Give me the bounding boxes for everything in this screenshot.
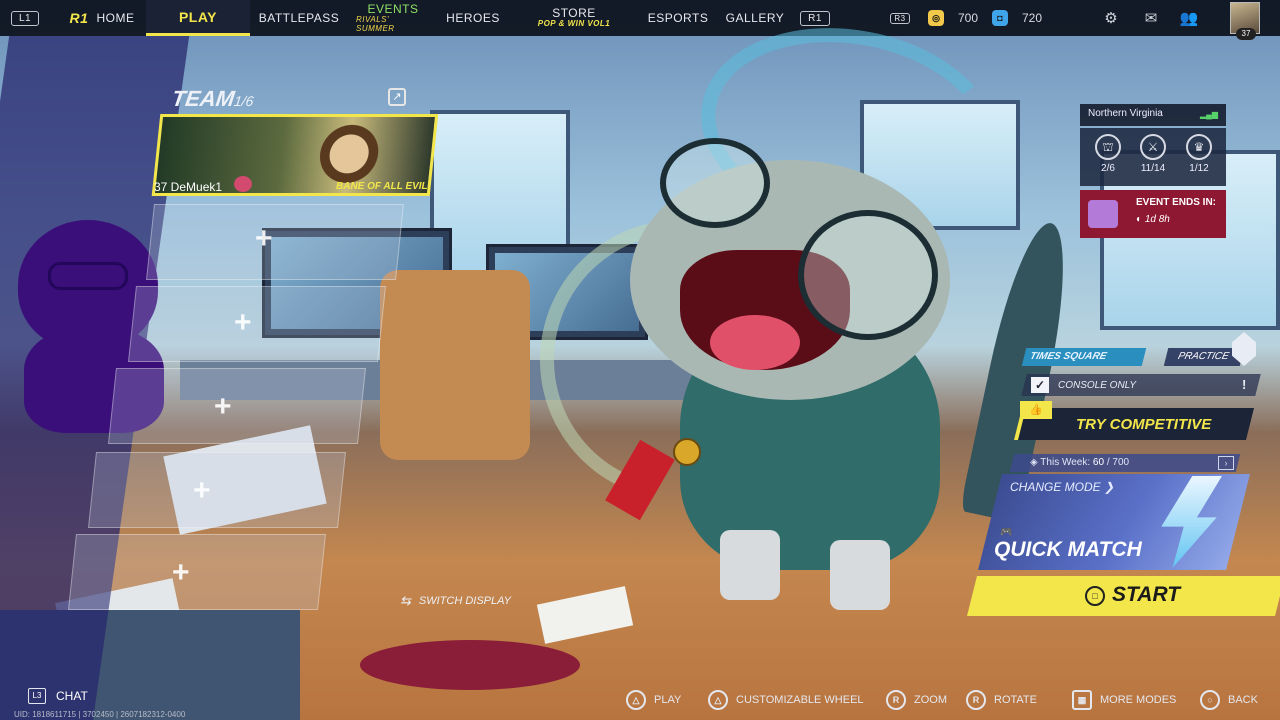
tower-icon: ⛫ <box>1095 134 1121 160</box>
nav-play[interactable]: PLAY <box>146 0 250 36</box>
player-avatar-mini <box>234 176 252 192</box>
controller-icon: 🎮 <box>1000 527 1013 538</box>
r-stick-icon: R <box>886 690 906 710</box>
thumbs-up-icon: 👍 <box>1020 401 1052 419</box>
crossed-swords-icon: ⚔ <box>1140 134 1166 160</box>
nav-battlepass[interactable]: BATTLEPASS <box>259 0 339 36</box>
triangle-button-icon: △ <box>708 690 728 710</box>
top-navigation: L1 R1 HOME PLAY BATTLEPASS EVENTS RIVALS… <box>0 0 1280 40</box>
circle-button-icon: ○ <box>1200 690 1220 710</box>
stat-trophy[interactable]: ♛ 1/12 <box>1179 134 1219 174</box>
hint-customizable-wheel[interactable]: △ CUSTOMIZABLE WHEEL <box>708 690 864 710</box>
settings-gear-icon[interactable]: ⚙ <box>1102 9 1120 27</box>
info-icon[interactable]: ! <box>1242 377 1246 392</box>
units-coin-icon: ◘ <box>992 10 1008 26</box>
mission-stats: ⛫ 2/6 ⚔ 11/14 ♛ 1/12 <box>1080 128 1226 186</box>
r3-hint: R3 <box>888 0 912 36</box>
add-teammate-icon[interactable]: + <box>255 222 273 256</box>
add-teammate-icon[interactable]: + <box>214 390 232 424</box>
stat-battles[interactable]: ⚔ 11/14 <box>1133 134 1173 174</box>
nav-events[interactable]: EVENTS RIVALS' SUMMER <box>356 0 430 36</box>
stat-tower[interactable]: ⛫ 2/6 <box>1088 134 1128 174</box>
event-ticket-icon <box>1088 200 1118 228</box>
change-mode-button[interactable]: CHANGE MODE ❯ <box>1010 480 1114 494</box>
hint-more-modes[interactable]: ▦ MORE MODES <box>1072 690 1176 710</box>
selected-mode-name: QUICK MATCH <box>994 538 1142 561</box>
nav-home[interactable]: R1 HOME <box>62 0 142 36</box>
hint-rotate[interactable]: R ROTATE <box>966 690 1037 710</box>
friends-icon[interactable]: 👥 <box>1180 9 1199 27</box>
hint-play[interactable]: △ PLAY <box>626 690 681 710</box>
nav-esports[interactable]: ESPORTS <box>648 0 708 36</box>
left-bumper-hint: L1 <box>10 0 40 36</box>
trophy-icon: ♛ <box>1186 134 1212 160</box>
player-title-tag: BANE OF ALL EVIL <box>336 181 428 192</box>
hint-back[interactable]: ○ BACK <box>1200 690 1258 710</box>
team-invite-icon[interactable]: ↗ <box>388 88 406 106</box>
team-slot-empty[interactable] <box>146 204 404 280</box>
player-name: 37 DeMuek1 <box>154 180 223 194</box>
lattice-coin-icon: ◎ <box>928 10 944 26</box>
mail-icon[interactable]: ✉ <box>1142 9 1160 27</box>
map-name-label: TIMES SQUARE <box>1021 348 1147 366</box>
currency-lattice[interactable]: ◎ 700 <box>928 0 978 36</box>
console-only-checkbox[interactable]: ✓ <box>1031 377 1049 393</box>
game-logo-icon: R1 <box>69 10 89 26</box>
weekly-progress-text: ◈ This Week: 60 / 700 <box>1030 457 1130 468</box>
profile-level-badge: 37 <box>1236 28 1256 40</box>
console-only-label: CONSOLE ONLY <box>1058 380 1136 391</box>
team-slot-empty[interactable] <box>128 286 386 362</box>
nav-heroes[interactable]: HEROES <box>446 0 499 36</box>
switch-display-button[interactable]: ⇆ SWITCH DISPLAY <box>400 593 511 609</box>
add-teammate-icon[interactable]: + <box>172 556 190 590</box>
signal-strength-icon: ▂▄▆ <box>1200 110 1218 119</box>
team-slot-empty[interactable] <box>88 452 346 528</box>
clock-icon: ◐ <box>1136 214 1145 225</box>
hint-zoom[interactable]: R ZOOM <box>886 690 947 710</box>
nav-gallery[interactable]: GALLERY <box>726 0 784 36</box>
square-button-icon: □ <box>1085 586 1105 606</box>
team-slot-empty[interactable] <box>108 368 366 444</box>
team-slot-empty[interactable] <box>68 534 326 610</box>
weekly-expand-icon[interactable]: › <box>1218 456 1234 470</box>
start-label: START <box>1112 583 1181 606</box>
weekly-diamond-icon: ◈ <box>1030 457 1041 468</box>
swap-arrows-icon: ⇆ <box>400 593 411 608</box>
team-title: TEAM1/6 <box>170 86 255 111</box>
currency-units[interactable]: ◘ 720 <box>992 0 1042 36</box>
r-stick-rotate-icon: R <box>966 690 986 710</box>
chat-button[interactable]: L3 CHAT <box>28 688 88 704</box>
chevron-right-icon: ❯ <box>1100 480 1115 494</box>
try-competitive-label: TRY COMPETITIVE <box>1076 416 1212 433</box>
triangle-button-icon: △ <box>626 690 646 710</box>
add-teammate-icon[interactable]: + <box>193 474 211 508</box>
nav-store[interactable]: STORE POP & WIN VOL1 <box>524 0 624 36</box>
server-region[interactable]: Northern Virginia ▂▄▆ <box>1080 104 1226 126</box>
hero-shark-character[interactable] <box>488 5 1081 620</box>
uid-text: UID: 1818611715 | 3702450 | 2607182312-0… <box>14 710 186 719</box>
add-teammate-icon[interactable]: + <box>234 306 252 340</box>
touchpad-icon: ▦ <box>1072 690 1092 710</box>
l3-key-icon: L3 <box>28 688 46 704</box>
event-timer-card[interactable]: EVENT ENDS IN: ◐ 1d 8h <box>1080 190 1226 238</box>
